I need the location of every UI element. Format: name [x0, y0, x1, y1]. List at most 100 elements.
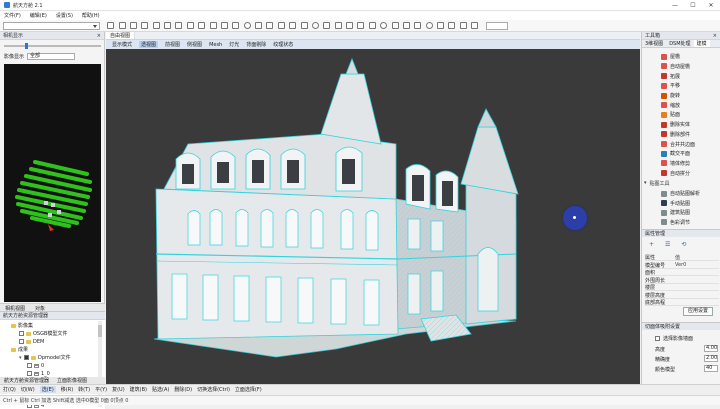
- close-icon[interactable]: ×: [713, 32, 717, 40]
- navigation-ball-icon[interactable]: [563, 206, 587, 230]
- tool-item[interactable]: 截交平面: [661, 149, 690, 159]
- door-icon[interactable]: [368, 22, 376, 29]
- scale-icon[interactable]: [198, 22, 206, 29]
- tree-item[interactable]: 1_0: [27, 370, 50, 377]
- open-folder-icon[interactable]: [118, 22, 126, 29]
- command-button[interactable]: 切(W): [21, 386, 35, 393]
- tree-item-checkbox[interactable]: [27, 371, 32, 376]
- view-mode-button[interactable]: 纹理状态: [273, 41, 293, 48]
- command-button[interactable]: 建筑(B): [130, 386, 147, 393]
- redo-icon[interactable]: [152, 22, 160, 29]
- rotate-icon[interactable]: [186, 22, 194, 29]
- setting-value-input[interactable]: 2.00: [704, 355, 718, 362]
- scroll-thumb[interactable]: [98, 325, 102, 337]
- apply-settings-button[interactable]: 应用设置: [683, 307, 713, 316]
- maximize-button[interactable]: ☐: [684, 0, 702, 11]
- tree-item[interactable]: ▾ Dpmodel文件: [19, 354, 71, 362]
- texture-tools-group[interactable]: ▾ 贴图工具: [644, 179, 670, 187]
- tree-item-checkbox[interactable]: [19, 339, 24, 344]
- command-button[interactable]: 平(Y): [95, 386, 107, 393]
- tool-item[interactable]: 旋转: [661, 91, 680, 101]
- camera-minimap[interactable]: [4, 64, 101, 302]
- tool-item[interactable]: 自动屋檐: [661, 62, 690, 72]
- save-icon[interactable]: [129, 22, 137, 29]
- undo-icon[interactable]: [141, 22, 149, 29]
- view-mode-button[interactable]: 背面剔除: [246, 41, 266, 48]
- tab-camera-view[interactable]: 相机视图: [0, 304, 30, 312]
- expand-toggle-icon[interactable]: ▾: [19, 355, 23, 361]
- toolbox-tab[interactable]: DSM处理: [666, 40, 693, 47]
- tree-item[interactable]: 影像集: [11, 322, 33, 329]
- texture-tool-item[interactable]: 自动贴图解析: [661, 189, 700, 199]
- import-icon[interactable]: [402, 22, 410, 29]
- close-button[interactable]: ✕: [702, 0, 720, 11]
- view-mode-button[interactable]: Mesh: [209, 42, 222, 48]
- move-icon[interactable]: [175, 22, 183, 29]
- list-icon[interactable]: ☰: [665, 241, 670, 248]
- project-select[interactable]: [3, 21, 100, 30]
- zoom-in-icon[interactable]: [437, 22, 445, 29]
- setting-value-input[interactable]: 4.00: [704, 345, 718, 352]
- select-icon[interactable]: [164, 22, 172, 29]
- measure-icon[interactable]: [277, 22, 285, 29]
- tool-item[interactable]: 删除实体: [661, 120, 690, 130]
- attribute-row[interactable]: 面积: [645, 269, 719, 276]
- setting-value-input[interactable]: 40: [704, 365, 718, 372]
- tool-item[interactable]: 贴面: [661, 110, 680, 120]
- settings-gear-icon[interactable]: [414, 22, 422, 29]
- tree-item-checkbox[interactable]: [19, 331, 24, 336]
- menu-file[interactable]: 文件(F): [4, 12, 21, 19]
- export-icon[interactable]: [391, 22, 399, 29]
- tree-item-checkbox[interactable]: [27, 363, 32, 368]
- view-mode-button[interactable]: 前视图: [165, 41, 180, 48]
- new-file-icon[interactable]: [107, 22, 115, 29]
- help-icon[interactable]: [425, 22, 433, 29]
- tab-objects[interactable]: 对象: [30, 304, 50, 312]
- toolbox-tab[interactable]: 3维视图: [642, 40, 666, 47]
- minimize-button[interactable]: —: [666, 0, 684, 11]
- command-button[interactable]: 切换选择(Ctrl): [197, 386, 230, 393]
- tool-item[interactable]: 拓展: [661, 71, 680, 81]
- tab-view-0[interactable]: 自由视图: [106, 32, 136, 39]
- grid-icon[interactable]: [323, 22, 331, 29]
- menu-edit[interactable]: 编辑(E): [30, 12, 47, 19]
- command-button[interactable]: 删除(D): [174, 386, 192, 393]
- 3d-viewport[interactable]: [106, 49, 640, 384]
- command-button[interactable]: 立面选择(F): [235, 386, 262, 393]
- attribute-row[interactable]: 属性 值: [645, 254, 719, 261]
- select-wall-checkbox[interactable]: [655, 335, 660, 341]
- attribute-row[interactable]: 楼层: [645, 284, 719, 291]
- camera-icon[interactable]: [300, 22, 308, 29]
- cut-icon[interactable]: [266, 22, 274, 29]
- tool-item[interactable]: 屋檐: [661, 52, 680, 62]
- view-mode-button[interactable]: 灯光: [229, 41, 239, 48]
- tool-item[interactable]: 自动拼分: [661, 168, 690, 178]
- slider-handle[interactable]: [25, 43, 28, 49]
- image-size-slider[interactable]: [4, 43, 101, 49]
- tab-facade-view[interactable]: 立面影像视图: [53, 377, 91, 384]
- tool-item[interactable]: 删除部件: [661, 130, 690, 140]
- roof-icon[interactable]: [346, 22, 354, 29]
- tree-item[interactable]: DEM: [19, 338, 44, 345]
- tool-item[interactable]: 墙体修剪: [661, 159, 690, 169]
- attribute-row[interactable]: 底部高程: [645, 299, 719, 306]
- image-filter-select[interactable]: 全部: [27, 53, 76, 60]
- layer-icon[interactable]: [289, 22, 297, 29]
- tool-item[interactable]: 平移: [661, 81, 680, 91]
- tree-item-checkbox[interactable]: [24, 355, 29, 360]
- tool-item[interactable]: 合并共边面: [661, 139, 695, 149]
- window-icon[interactable]: [357, 22, 365, 29]
- texture-tool-item[interactable]: 手动贴图: [661, 199, 690, 209]
- tree-item[interactable]: OSGB模型文件: [19, 330, 67, 337]
- toolbox-tab[interactable]: 建模: [693, 40, 710, 47]
- lock-icon[interactable]: [471, 22, 479, 29]
- attribute-row[interactable]: 模型编号 Ver0: [645, 262, 719, 269]
- tab-resource-manager[interactable]: 航天方舱资源管理器: [0, 377, 53, 384]
- view-mode-button[interactable]: 透视图: [139, 41, 159, 48]
- command-button[interactable]: 打(Q): [3, 386, 16, 393]
- group-toggle-icon[interactable]: ▾: [644, 180, 647, 186]
- texture-tool-item[interactable]: 建筑贴图: [661, 208, 690, 218]
- command-button[interactable]: 贴选(A): [152, 386, 169, 393]
- command-button[interactable]: 选(E): [39, 386, 56, 393]
- mesh-icon[interactable]: [220, 22, 228, 29]
